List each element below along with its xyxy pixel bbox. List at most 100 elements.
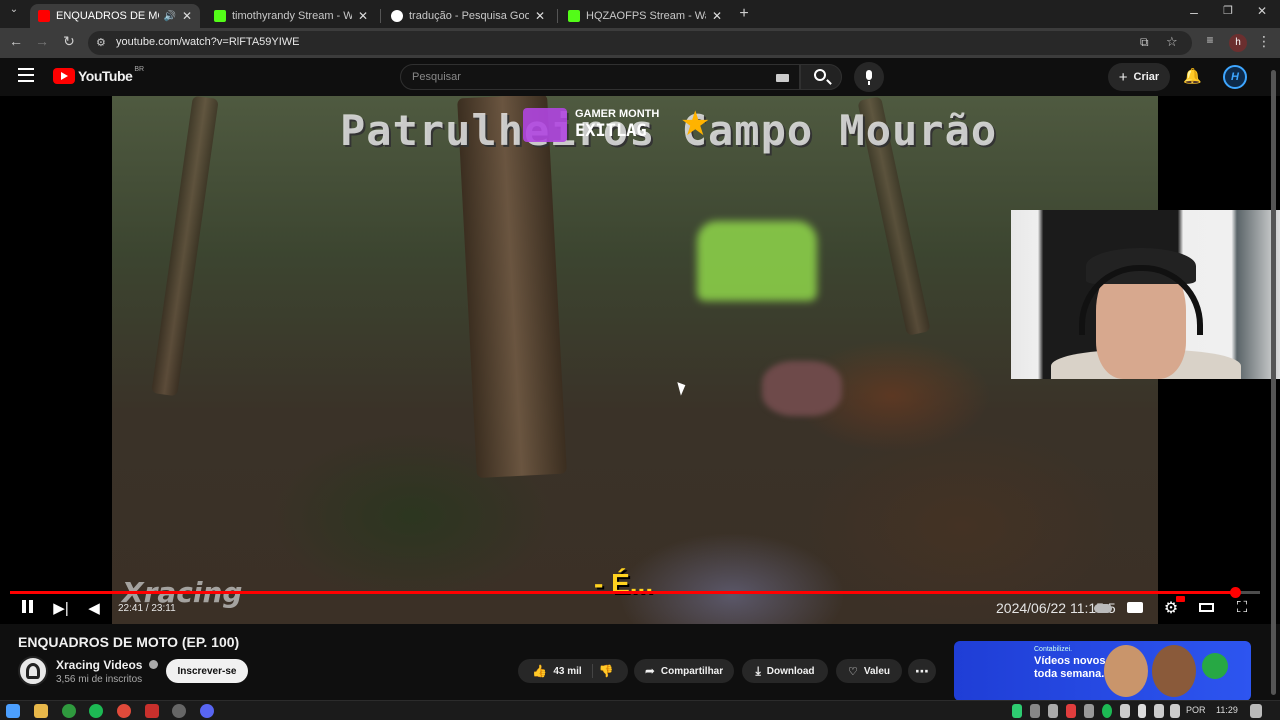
tab-enquadros[interactable]: ENQUADROS DE MOTO (EP 🔊 ✕ bbox=[30, 4, 200, 28]
notification-center-icon[interactable] bbox=[1250, 704, 1262, 718]
progress-scrubber[interactable] bbox=[1230, 587, 1241, 598]
reload-button[interactable]: ↻ bbox=[59, 33, 79, 50]
windows-start-icon[interactable] bbox=[6, 704, 20, 718]
browser-tab-strip: ⌄ ENQUADROS DE MOTO (EP 🔊 ✕ timothyrandy… bbox=[0, 0, 1280, 28]
progress-bar[interactable] bbox=[10, 591, 1260, 594]
tab-search-button[interactable]: ⌄ bbox=[4, 4, 24, 15]
speaker-icon: 🔊 bbox=[163, 10, 176, 22]
plus-icon: + bbox=[1118, 68, 1128, 86]
scrollbar-thumb[interactable] bbox=[1271, 70, 1276, 695]
thumbs-down-icon: 👎 bbox=[598, 664, 614, 678]
region-code: BR bbox=[134, 65, 145, 73]
new-tab-button[interactable]: + bbox=[734, 5, 754, 23]
tab-hqzaofps[interactable]: HQZAOFPS Stream - Watch Live ✕ bbox=[560, 4, 730, 28]
close-tab-icon[interactable]: ✕ bbox=[182, 9, 192, 23]
video-player[interactable]: Patrulheiros Campo Mourão ★ GAMER MONTH … bbox=[0, 96, 1280, 624]
create-label: Criar bbox=[1133, 71, 1160, 83]
channel-avatar[interactable] bbox=[18, 656, 48, 686]
subscribe-button[interactable]: Inscrever-se bbox=[166, 659, 248, 683]
profile-avatar[interactable]: h bbox=[1229, 34, 1247, 52]
theater-mode-button[interactable] bbox=[1199, 603, 1214, 612]
spotify-icon[interactable] bbox=[89, 704, 103, 718]
fullscreen-button[interactable]: ⛶ bbox=[1234, 599, 1250, 616]
voice-search-button[interactable] bbox=[854, 62, 884, 92]
mouse-cursor-icon bbox=[677, 380, 688, 396]
file-explorer-icon[interactable] bbox=[34, 704, 48, 718]
download-button[interactable]: ⤓ Download bbox=[742, 659, 828, 683]
like-button[interactable]: 👍 43 mil bbox=[532, 664, 593, 678]
tray-icon[interactable] bbox=[1030, 704, 1040, 718]
thanks-button[interactable]: ♡ Valeu bbox=[836, 659, 902, 683]
network-icon[interactable] bbox=[1154, 704, 1164, 718]
subscriber-count: 3,56 mi de inscritos bbox=[56, 674, 143, 685]
volume-button[interactable]: ◀ bbox=[86, 599, 102, 617]
media-control-icon[interactable]: ≡ bbox=[1200, 33, 1220, 47]
share-button[interactable]: ➦ Compartilhar bbox=[634, 659, 734, 683]
hamburger-menu-icon[interactable] bbox=[18, 68, 34, 82]
subtitles-button[interactable] bbox=[1127, 602, 1143, 613]
next-button[interactable]: ▶| bbox=[52, 599, 70, 617]
pause-button[interactable] bbox=[18, 600, 36, 617]
close-tab-icon[interactable]: ✕ bbox=[535, 9, 545, 23]
tray-icon[interactable] bbox=[1120, 704, 1130, 718]
account-avatar[interactable]: H bbox=[1223, 65, 1247, 89]
tray-icon[interactable] bbox=[1084, 704, 1094, 718]
xbox-icon[interactable] bbox=[62, 704, 76, 718]
search-button[interactable] bbox=[800, 64, 842, 90]
more-actions-button[interactable]: ⋯ bbox=[908, 659, 936, 683]
volume-tray-icon[interactable] bbox=[1170, 704, 1180, 718]
autoplay-toggle[interactable] bbox=[1094, 604, 1112, 613]
gamer-month-label: GAMER MONTH bbox=[575, 108, 660, 120]
install-app-icon[interactable]: ⧉ bbox=[1140, 35, 1149, 50]
minimize-button[interactable]: – bbox=[1184, 4, 1204, 20]
channel-name[interactable]: Xracing Videos bbox=[56, 658, 158, 672]
ad-line-1: Vídeos novos bbox=[1034, 655, 1106, 667]
url-text[interactable]: youtube.com/watch?v=RlFTA59YIWE bbox=[116, 36, 300, 48]
sidebar-ad-banner[interactable]: Contabilizei. Vídeos novos toda semana. bbox=[954, 641, 1251, 701]
gear-icon: ⚙ bbox=[1163, 600, 1179, 617]
chrome-icon[interactable] bbox=[117, 704, 131, 718]
ad-line-2: toda semana. bbox=[1034, 668, 1105, 680]
tab-timothyrandy[interactable]: timothyrandy Stream - Watch L ✕ bbox=[206, 4, 376, 28]
tree-trunk bbox=[151, 96, 219, 397]
search-placeholder: Pesquisar bbox=[412, 71, 461, 83]
pause-icon bbox=[21, 600, 26, 613]
tray-icon[interactable] bbox=[1048, 704, 1058, 718]
notifications-bell-icon[interactable]: 🔔 bbox=[1183, 67, 1202, 85]
microphone-tray-icon[interactable] bbox=[1138, 704, 1146, 718]
close-tab-icon[interactable]: ✕ bbox=[712, 9, 722, 23]
language-indicator[interactable]: POR bbox=[1186, 705, 1206, 715]
site-info-icon[interactable]: ⚙ bbox=[96, 36, 106, 49]
ad-brand: Contabilizei. bbox=[1034, 646, 1073, 653]
create-button[interactable]: + Criar bbox=[1108, 63, 1170, 91]
youtube-logo[interactable]: YouTube BR bbox=[53, 65, 145, 84]
blurred-person bbox=[697, 221, 817, 301]
youtube-play-icon bbox=[53, 68, 75, 84]
bookmark-star-icon[interactable]: ☆ bbox=[1166, 34, 1178, 50]
tray-icon[interactable] bbox=[1066, 704, 1076, 718]
app-icon[interactable] bbox=[145, 704, 159, 718]
forward-button[interactable]: → bbox=[32, 33, 52, 49]
tray-icon[interactable] bbox=[1012, 704, 1022, 718]
thumbs-up-icon: 👍 bbox=[532, 664, 548, 678]
address-bar[interactable]: ⚙ youtube.com/watch?v=RlFTA59YIWE ⧉ ☆ bbox=[88, 31, 1192, 55]
close-tab-icon[interactable]: ✕ bbox=[358, 9, 368, 23]
clock[interactable]: 11:29 bbox=[1216, 705, 1238, 715]
spartan-helmet-icon bbox=[26, 663, 40, 679]
video-title: ENQUADROS DE MOTO (EP. 100) bbox=[18, 634, 240, 650]
spotify-tray-icon[interactable] bbox=[1102, 704, 1112, 718]
search-input[interactable]: Pesquisar bbox=[400, 64, 800, 90]
dislike-button[interactable]: 👎 bbox=[599, 664, 614, 678]
download-label: Download bbox=[766, 665, 815, 677]
close-window-button[interactable]: ✕ bbox=[1252, 4, 1272, 18]
app-icon[interactable] bbox=[172, 704, 186, 718]
back-button[interactable]: ← bbox=[6, 33, 26, 49]
current-time: 22:41 bbox=[118, 603, 144, 614]
thanks-label: Valeu bbox=[863, 665, 890, 677]
tab-title: HQZAOFPS Stream - Watch Live bbox=[586, 10, 706, 22]
maximize-button[interactable]: ❐ bbox=[1218, 4, 1238, 17]
browser-menu-icon[interactable]: ⋮ bbox=[1254, 33, 1274, 50]
tab-traducao[interactable]: tradução - Pesquisa Google ✕ bbox=[383, 4, 553, 28]
keyboard-icon[interactable] bbox=[776, 74, 789, 82]
discord-icon[interactable] bbox=[200, 704, 214, 718]
